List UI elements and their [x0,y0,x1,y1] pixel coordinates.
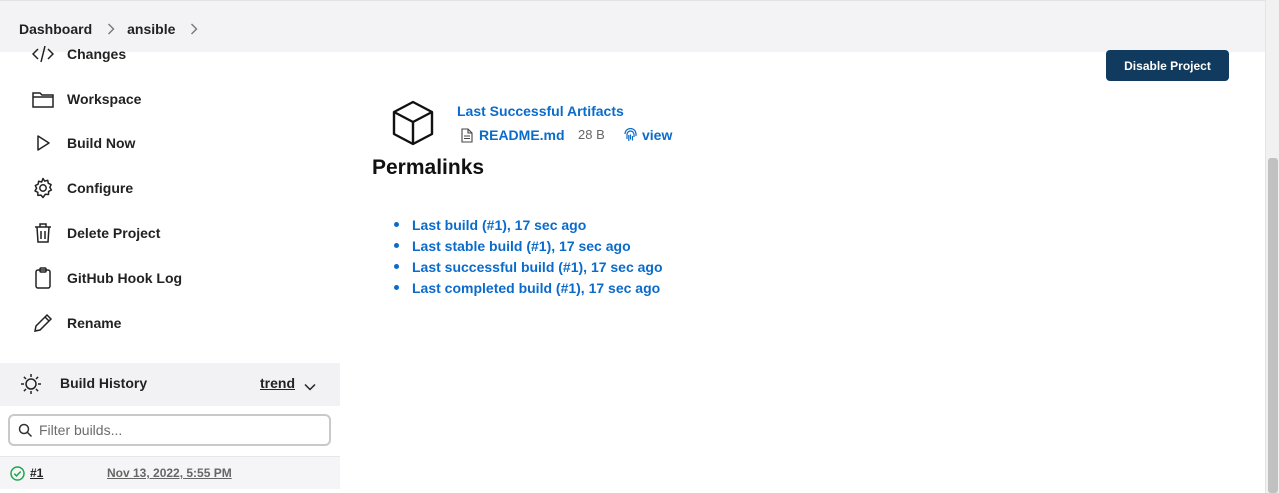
sidebar-item-label: Build Now [67,135,136,151]
sidebar-item-changes[interactable]: Changes [32,42,126,66]
permalink-last-stable-build[interactable]: Last stable build (#1), 17 sec ago [412,238,631,254]
gear-icon [32,177,54,199]
sidebar-item-label: Workspace [67,91,142,107]
trash-icon [32,222,54,244]
artifact-file-link[interactable]: README.md [479,127,565,143]
filter-builds-input[interactable] [39,422,309,438]
permalinks-list: Last build (#1), 17 sec ago Last stable … [394,214,663,298]
sidebar-item-label: Rename [67,315,122,331]
sidebar-item-rename[interactable]: Rename [32,311,121,335]
permalink-last-successful-build[interactable]: Last successful build (#1), 17 sec ago [412,259,663,275]
chevron-down-icon[interactable] [304,378,316,396]
artifact-file-size: 28 B [578,127,605,142]
sidebar-item-build-now[interactable]: Build Now [32,131,135,155]
chevron-right-icon [107,23,115,35]
build-date-link[interactable]: Nov 13, 2022, 5:55 PM [107,466,232,480]
clipboard-icon [32,267,54,289]
list-item: Last stable build (#1), 17 sec ago [394,235,663,256]
sidebar-item-label: Delete Project [67,225,161,241]
top-bar: Dashboard ansible [0,0,1265,52]
fingerprint-icon[interactable] [623,127,638,148]
build-number-link[interactable]: #1 [30,466,43,480]
trend-link[interactable]: trend [260,375,295,391]
folder-icon [32,88,54,110]
build-history-title: Build History [60,375,148,391]
success-check-icon [10,466,25,486]
sidebar-item-configure[interactable]: Configure [32,176,133,200]
permalinks-heading: Permalinks [372,156,485,179]
build-row[interactable]: #1 Nov 13, 2022, 5:55 PM [0,456,340,489]
sidebar-item-github-hook-log[interactable]: GitHub Hook Log [32,266,182,290]
list-item: Last completed build (#1), 17 sec ago [394,277,663,298]
disable-project-button[interactable]: Disable Project [1106,50,1229,81]
sidebar-item-delete-project[interactable]: Delete Project [32,221,160,245]
breadcrumb: Dashboard ansible [19,21,210,37]
list-item: Last build (#1), 17 sec ago [394,214,663,235]
build-history-icon [20,373,42,400]
vertical-scrollbar[interactable] [1265,0,1279,493]
last-successful-artifacts-link[interactable]: Last Successful Artifacts [457,103,624,119]
sidebar-item-label: Configure [67,180,134,196]
sidebar-item-label: Changes [67,46,127,62]
filter-builds-field[interactable] [8,414,331,446]
file-icon [461,128,473,148]
package-box-icon [391,100,435,151]
permalink-last-completed-build[interactable]: Last completed build (#1), 17 sec ago [412,280,660,296]
breadcrumb-dashboard[interactable]: Dashboard [19,21,92,37]
search-icon [18,423,33,438]
chevron-right-icon[interactable] [190,23,198,35]
artifact-view-link[interactable]: view [642,127,672,143]
sidebar-item-workspace[interactable]: Workspace [32,87,141,111]
permalink-last-build[interactable]: Last build (#1), 17 sec ago [412,217,586,233]
pencil-icon [32,312,54,334]
code-icon [32,43,54,65]
play-icon [32,132,54,154]
build-history-header: Build History trend [0,363,340,406]
list-item: Last successful build (#1), 17 sec ago [394,256,663,277]
breadcrumb-ansible[interactable]: ansible [127,21,175,37]
sidebar: Changes Workspace Build Now Configure De… [0,45,340,493]
scrollbar-thumb[interactable] [1268,158,1278,493]
sidebar-item-label: GitHub Hook Log [67,270,183,286]
